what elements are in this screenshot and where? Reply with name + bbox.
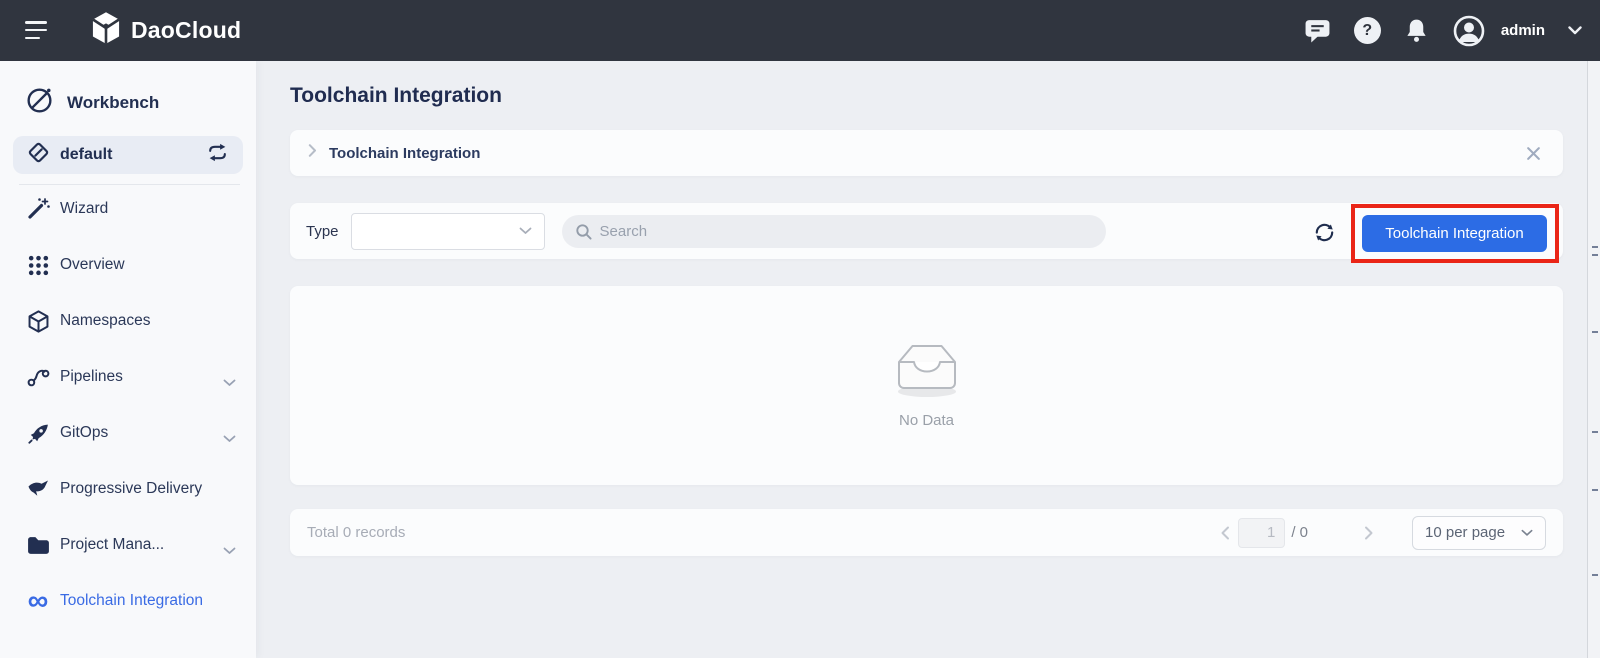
- type-filter-label: Type: [306, 222, 339, 240]
- sidebar-item-label: Toolchain Integration: [60, 592, 204, 609]
- sidebar: Workbench default Wizard Overview Namesp…: [0, 61, 256, 658]
- page-count-label: / 0: [1291, 524, 1308, 541]
- sidebar-item-wizard[interactable]: Wizard: [0, 189, 256, 229]
- chevron-down-icon: [1521, 524, 1533, 542]
- sidebar-item-default-workspace[interactable]: default: [13, 136, 243, 174]
- sidebar-item-overview[interactable]: Overview: [0, 245, 256, 285]
- pagination-bar: Total 0 records / 0 10 per page: [290, 509, 1563, 556]
- pipeline-icon: [24, 365, 52, 390]
- avatar-icon[interactable]: [1452, 14, 1486, 48]
- bird-icon: [24, 478, 52, 500]
- refresh-icon[interactable]: [1311, 219, 1337, 245]
- sidebar-item-gitops[interactable]: GitOps: [0, 413, 256, 453]
- chat-icon[interactable]: [1304, 18, 1331, 43]
- sidebar-section-workbench[interactable]: Workbench: [0, 83, 256, 123]
- total-records-label: Total 0 records: [307, 524, 406, 541]
- infinity-icon: ∞: [27, 585, 49, 617]
- rocket-icon: [24, 421, 52, 446]
- sidebar-item-label: Project Mana...: [60, 536, 165, 553]
- sidebar-item-label: Namespaces: [60, 312, 151, 329]
- sidebar-item-project-management[interactable]: Project Mana...: [0, 525, 256, 565]
- switch-workspace-icon[interactable]: [206, 143, 229, 167]
- close-icon[interactable]: [1522, 142, 1545, 165]
- folder-icon: [24, 535, 52, 556]
- search-icon: [575, 223, 593, 246]
- chevron-down-icon[interactable]: [1568, 26, 1582, 35]
- chevron-down-icon[interactable]: [223, 374, 236, 392]
- per-page-select[interactable]: 10 per page: [1412, 515, 1546, 550]
- scrollbar-track[interactable]: [1587, 61, 1600, 658]
- sidebar-item-namespaces[interactable]: Namespaces: [0, 301, 256, 341]
- sidebar-item-label: Overview: [60, 256, 125, 273]
- empty-tray-icon: [886, 335, 968, 404]
- app-window: DaoCloud ? admin Workbench default Wizar…: [0, 0, 1600, 658]
- bell-icon[interactable]: [1404, 17, 1429, 44]
- page-title: Toolchain Integration: [290, 84, 502, 107]
- chevron-down-icon[interactable]: [223, 430, 236, 448]
- workspace-name: default: [60, 146, 113, 163]
- sidebar-item-progressive-delivery[interactable]: Progressive Delivery: [0, 469, 256, 509]
- search-input[interactable]: [561, 214, 1106, 248]
- sidebar-divider: [19, 184, 240, 185]
- sidebar-item-label: Pipelines: [60, 368, 123, 385]
- type-filter-select[interactable]: [350, 212, 545, 250]
- cube-icon: [24, 309, 52, 334]
- user-name[interactable]: admin: [1501, 22, 1545, 39]
- chevron-right-icon[interactable]: [308, 144, 317, 162]
- workspace-icon: [27, 141, 50, 169]
- sidebar-item-pipelines[interactable]: Pipelines: [0, 357, 256, 397]
- toolchain-integration-button[interactable]: Toolchain Integration: [1362, 215, 1547, 252]
- results-panel: No Data: [290, 286, 1563, 485]
- chevron-down-icon: [519, 222, 532, 240]
- sidebar-item-label: Progressive Delivery: [60, 480, 203, 497]
- workbench-icon: [24, 85, 55, 121]
- grid-dots-icon: [24, 254, 52, 277]
- menu-icon[interactable]: [25, 21, 49, 40]
- top-header-bar: DaoCloud ? admin: [0, 0, 1600, 61]
- next-page-icon[interactable]: [1356, 522, 1382, 544]
- wand-icon: [24, 196, 52, 222]
- breadcrumb-bar: Toolchain Integration: [290, 130, 1563, 176]
- logo-cube-icon: [90, 11, 122, 50]
- sidebar-item-toolchain-integration[interactable]: ∞ Toolchain Integration: [0, 581, 256, 621]
- brand-name: DaoCloud: [131, 17, 242, 43]
- per-page-value: 10 per page: [1425, 524, 1506, 541]
- help-icon[interactable]: ?: [1353, 17, 1381, 44]
- page-number-input[interactable]: [1238, 517, 1286, 548]
- chevron-down-icon[interactable]: [223, 542, 236, 560]
- empty-state-text: No Data: [898, 412, 955, 429]
- breadcrumb[interactable]: Toolchain Integration: [329, 145, 1522, 162]
- sidebar-item-label: GitOps: [60, 424, 109, 441]
- sidebar-item-label: Wizard: [60, 200, 109, 217]
- prev-page-icon[interactable]: [1212, 522, 1238, 544]
- sidebar-section-label: Workbench: [67, 93, 160, 112]
- brand[interactable]: DaoCloud: [90, 0, 241, 61]
